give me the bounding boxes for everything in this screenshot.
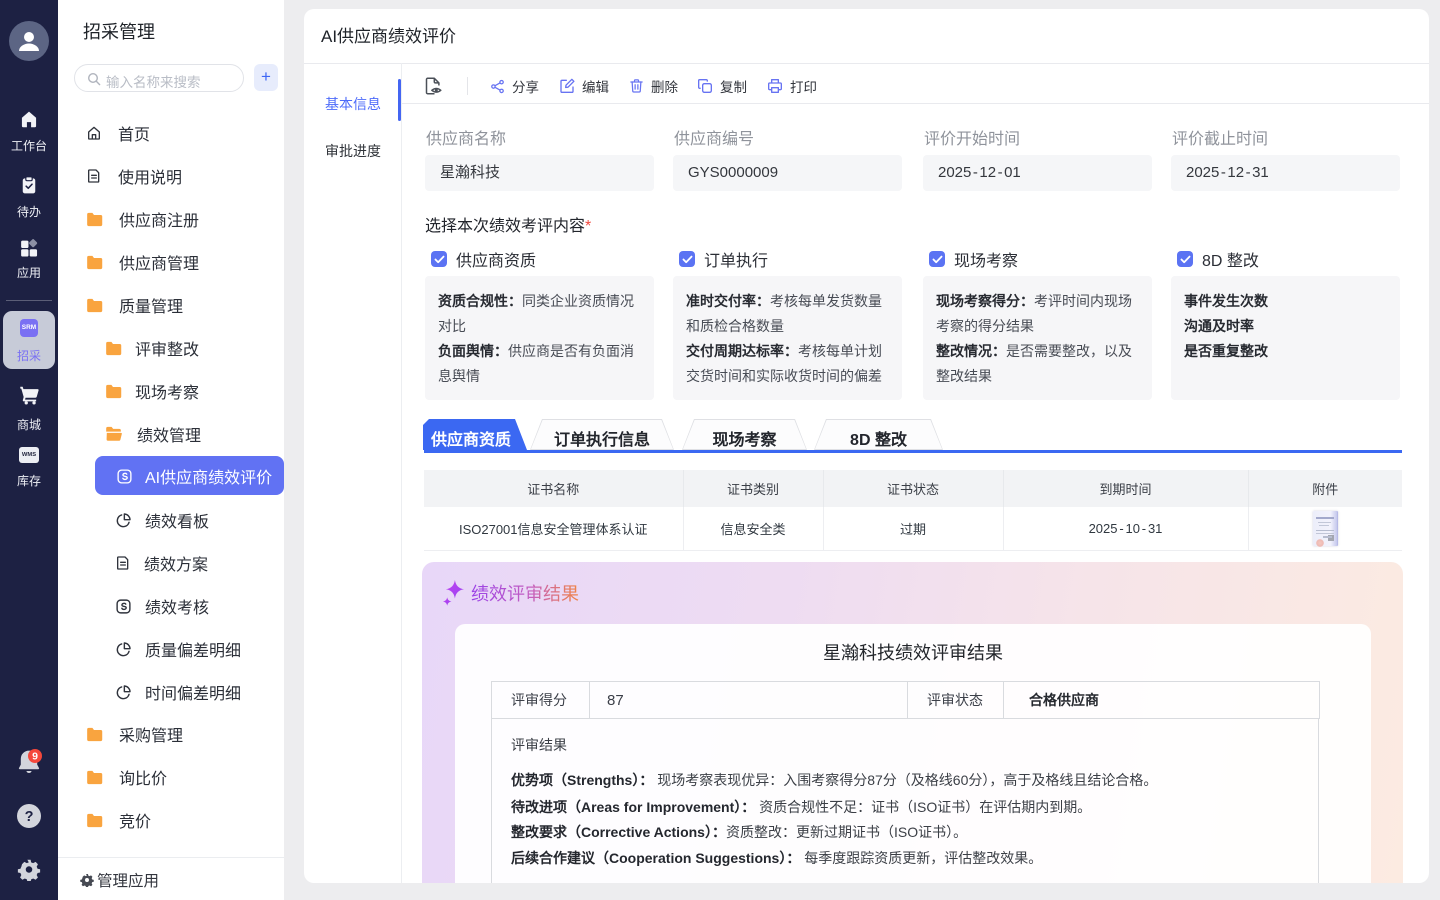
svg-text:9: 9 — [32, 751, 38, 763]
svg-text:?: ? — [25, 809, 34, 825]
